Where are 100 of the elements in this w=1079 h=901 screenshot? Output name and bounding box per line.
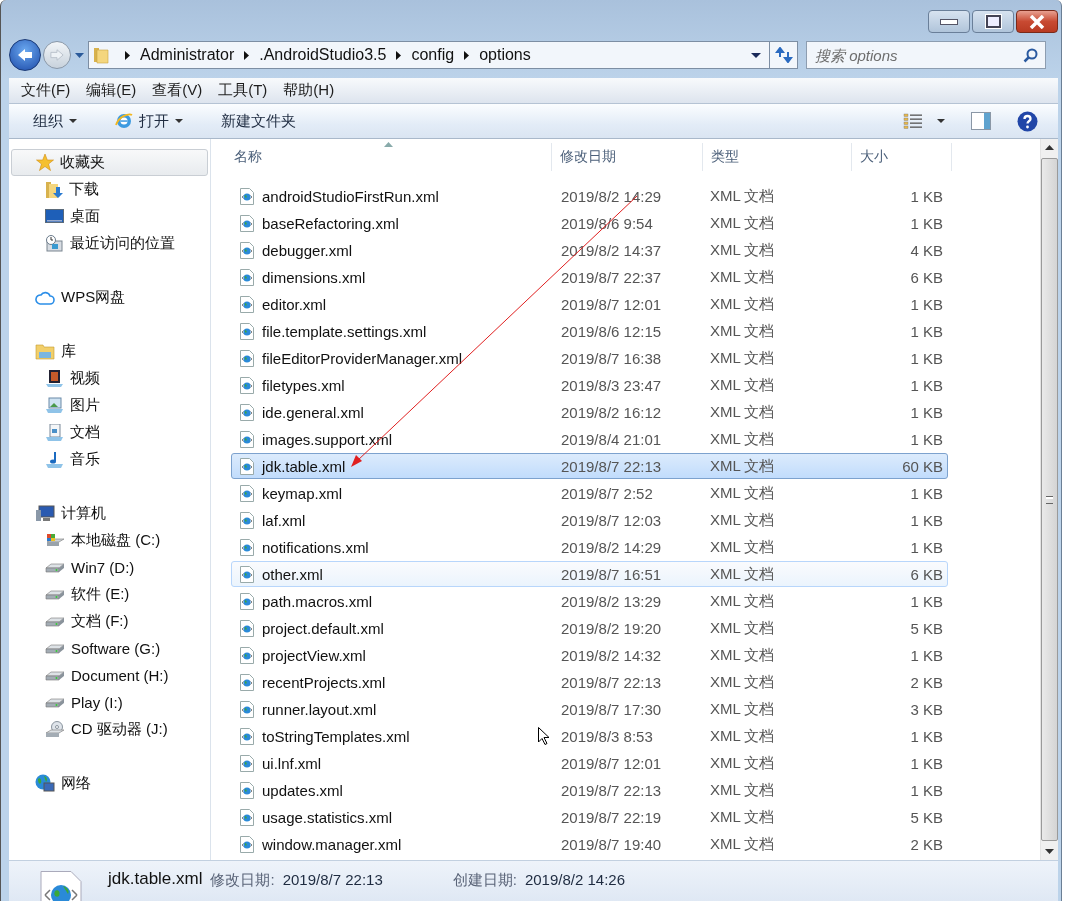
file-row[interactable]: path.macros.xml 2019/8/2 13:29 XML 文档 1 KB (231, 588, 948, 614)
nav-item[interactable]: Document (H:) (11, 662, 208, 689)
nav-item[interactable]: 软件 (E:) (11, 581, 208, 608)
modified-date: 2019/8/7 12:01 (560, 295, 663, 313)
refresh-button[interactable] (770, 41, 798, 69)
folder-icon (93, 46, 109, 64)
xml-file-icon (240, 511, 254, 529)
file-size: 5 KB (909, 808, 944, 826)
file-row[interactable]: project.default.xml 2019/8/2 19:20 XML 文档 5 KB (231, 615, 948, 641)
picture-library-icon (45, 397, 64, 414)
nav-item[interactable]: 文档 (11, 419, 208, 446)
close-button[interactable] (1016, 10, 1058, 33)
file-row[interactable]: filetypes.xml 2019/8/3 23:47 XML 文档 1 KB (231, 372, 948, 398)
file-row[interactable]: runner.layout.xml 2019/8/7 17:30 XML 文档 3 KB (231, 696, 948, 722)
modified-date: 2019/8/7 12:03 (560, 511, 663, 529)
file-row[interactable]: notifications.xml 2019/8/2 14:29 XML 文档 1 KB (231, 534, 948, 560)
menu-item[interactable]: 工具(T) (210, 81, 276, 100)
nav-item[interactable]: 音乐 (11, 446, 208, 473)
file-row[interactable]: other.xml 2019/8/7 16:51 XML 文档 6 KB (231, 561, 948, 587)
file-row[interactable]: dimensions.xml 2019/8/7 22:37 XML 文档 6 KB (231, 264, 948, 290)
file-name: runner.layout.xml (262, 700, 377, 718)
file-row[interactable]: fileEditorProviderManager.xml 2019/8/7 16:38 XML 文档 1 KB (231, 345, 948, 371)
nav-item[interactable]: 计算机 (11, 500, 208, 527)
address-bar[interactable]: Administrator .AndroidStudio3.5 config options (88, 41, 770, 69)
drive-icon (45, 616, 65, 627)
breadcrumb-item[interactable]: .AndroidStudio3.5 (259, 46, 387, 64)
menu-item[interactable]: 文件(F) (13, 81, 79, 100)
dropdown-arrow-icon[interactable] (751, 52, 761, 58)
nav-item[interactable]: 本地磁盘 (C:) (11, 527, 208, 554)
nav-item[interactable]: Play (I:) (11, 689, 208, 716)
breadcrumb-item[interactable]: Administrator (140, 46, 235, 64)
preview-pane-icon[interactable] (971, 112, 991, 130)
nav-item[interactable]: CD 驱动器 (J:) (11, 716, 208, 743)
column-header[interactable]: 大小 (852, 143, 952, 171)
breadcrumb-item[interactable]: options (479, 46, 531, 64)
nav-item[interactable]: 最近访问的位置 (11, 230, 208, 257)
nav-item[interactable]: 文档 (F:) (11, 608, 208, 635)
file-row[interactable]: projectView.xml 2019/8/2 14:32 XML 文档 1 KB (231, 642, 948, 668)
nav-item[interactable]: Software (G:) (11, 635, 208, 662)
file-name: usage.statistics.xml (262, 808, 393, 826)
breadcrumb-arrow-icon[interactable] (464, 50, 470, 60)
file-row[interactable]: editor.xml 2019/8/7 12:01 XML 文档 1 KB (231, 291, 948, 317)
breadcrumb-arrow-icon[interactable] (244, 50, 250, 60)
file-type: XML 文档 (709, 510, 776, 530)
maximize-button[interactable] (972, 10, 1014, 33)
file-type: XML 文档 (709, 726, 776, 746)
close-icon (1029, 14, 1045, 29)
search-field[interactable]: 搜索 options (806, 41, 1046, 69)
nav-item[interactable]: 收藏夹 (11, 149, 208, 176)
toolbar-button[interactable]: 打开 (105, 107, 193, 135)
xml-file-icon (240, 538, 254, 556)
breadcrumb-arrow-icon[interactable] (396, 50, 402, 60)
network-globe-icon (35, 774, 55, 793)
help-icon[interactable] (1017, 110, 1038, 132)
file-size: 1 KB (909, 646, 944, 664)
nav-item[interactable]: 库 (11, 338, 208, 365)
file-row[interactable]: ide.general.xml 2019/8/2 16:12 XML 文档 1 KB (231, 399, 948, 425)
nav-item[interactable]: 网络 (11, 770, 208, 797)
modified-date: 2019/8/2 13:29 (560, 592, 663, 610)
file-row[interactable]: usage.statistics.xml 2019/8/7 22:19 XML 文档 5 KB (231, 804, 948, 830)
menu-item[interactable]: 编辑(E) (78, 81, 145, 100)
nav-item[interactable]: WPS网盘 (11, 284, 208, 311)
file-row[interactable]: window.manager.xml 2019/8/7 19:40 XML 文档 2 KB (231, 831, 948, 857)
minimize-button[interactable] (928, 10, 970, 33)
file-size: 1 KB (909, 484, 944, 502)
breadcrumb-item[interactable]: config (411, 46, 455, 64)
file-type: XML 文档 (709, 186, 776, 206)
nav-item[interactable]: 桌面 (11, 203, 208, 230)
menu-item[interactable]: 帮助(H) (275, 81, 343, 100)
nav-item[interactable]: 下载 (11, 176, 208, 203)
nav-item[interactable]: 视频 (11, 365, 208, 392)
file-row[interactable]: androidStudioFirstRun.xml 2019/8/2 14:29 XML 文档 1 KB (231, 183, 948, 209)
nav-item[interactable]: Win7 (D:) (11, 554, 208, 581)
modified-date: 2019/8/7 17:30 (560, 700, 663, 718)
file-row[interactable]: laf.xml 2019/8/7 12:03 XML 文档 1 KB (231, 507, 948, 533)
file-row[interactable]: jdk.table.xml 2019/8/7 22:13 XML 文档 60 KB (231, 453, 948, 479)
history-dropdown-icon[interactable] (75, 52, 84, 58)
file-size: 6 KB (909, 268, 944, 286)
view-options-icon[interactable] (903, 112, 923, 130)
file-row[interactable]: updates.xml 2019/8/7 22:13 XML 文档 1 KB (231, 777, 948, 803)
back-button[interactable] (9, 39, 41, 71)
modified-date: 2019/8/7 22:37 (560, 268, 663, 286)
file-row[interactable]: keymap.xml 2019/8/7 2:52 XML 文档 1 KB (231, 480, 948, 506)
toolbar-button[interactable]: 新建文件夹 (211, 107, 306, 135)
xml-file-icon (240, 430, 254, 448)
menu-item[interactable]: 查看(V) (144, 81, 211, 100)
column-header[interactable]: 修改日期 (552, 143, 703, 171)
file-row[interactable]: ui.lnf.xml 2019/8/7 12:01 XML 文档 1 KB (231, 750, 948, 776)
nav-item[interactable]: 图片 (11, 392, 208, 419)
file-row[interactable]: file.template.settings.xml 2019/8/6 12:15 XML 文档 1 KB (231, 318, 948, 344)
file-row[interactable]: toStringTemplates.xml 2019/8/3 8:53 XML 文档 1 KB (231, 723, 948, 749)
file-row[interactable]: recentProjects.xml 2019/8/7 22:13 XML 文档 2 KB (231, 669, 948, 695)
breadcrumb-arrow-icon[interactable] (125, 50, 130, 60)
scroll-up-icon[interactable] (1045, 145, 1054, 150)
file-name: other.xml (262, 565, 323, 583)
scroll-down-icon[interactable] (1045, 849, 1054, 854)
column-header[interactable]: 类型 (703, 143, 852, 171)
toolbar-button[interactable]: 组织 (23, 107, 87, 135)
caret-icon[interactable] (937, 119, 945, 123)
modified-date: 2019/8/7 16:51 (560, 565, 663, 583)
